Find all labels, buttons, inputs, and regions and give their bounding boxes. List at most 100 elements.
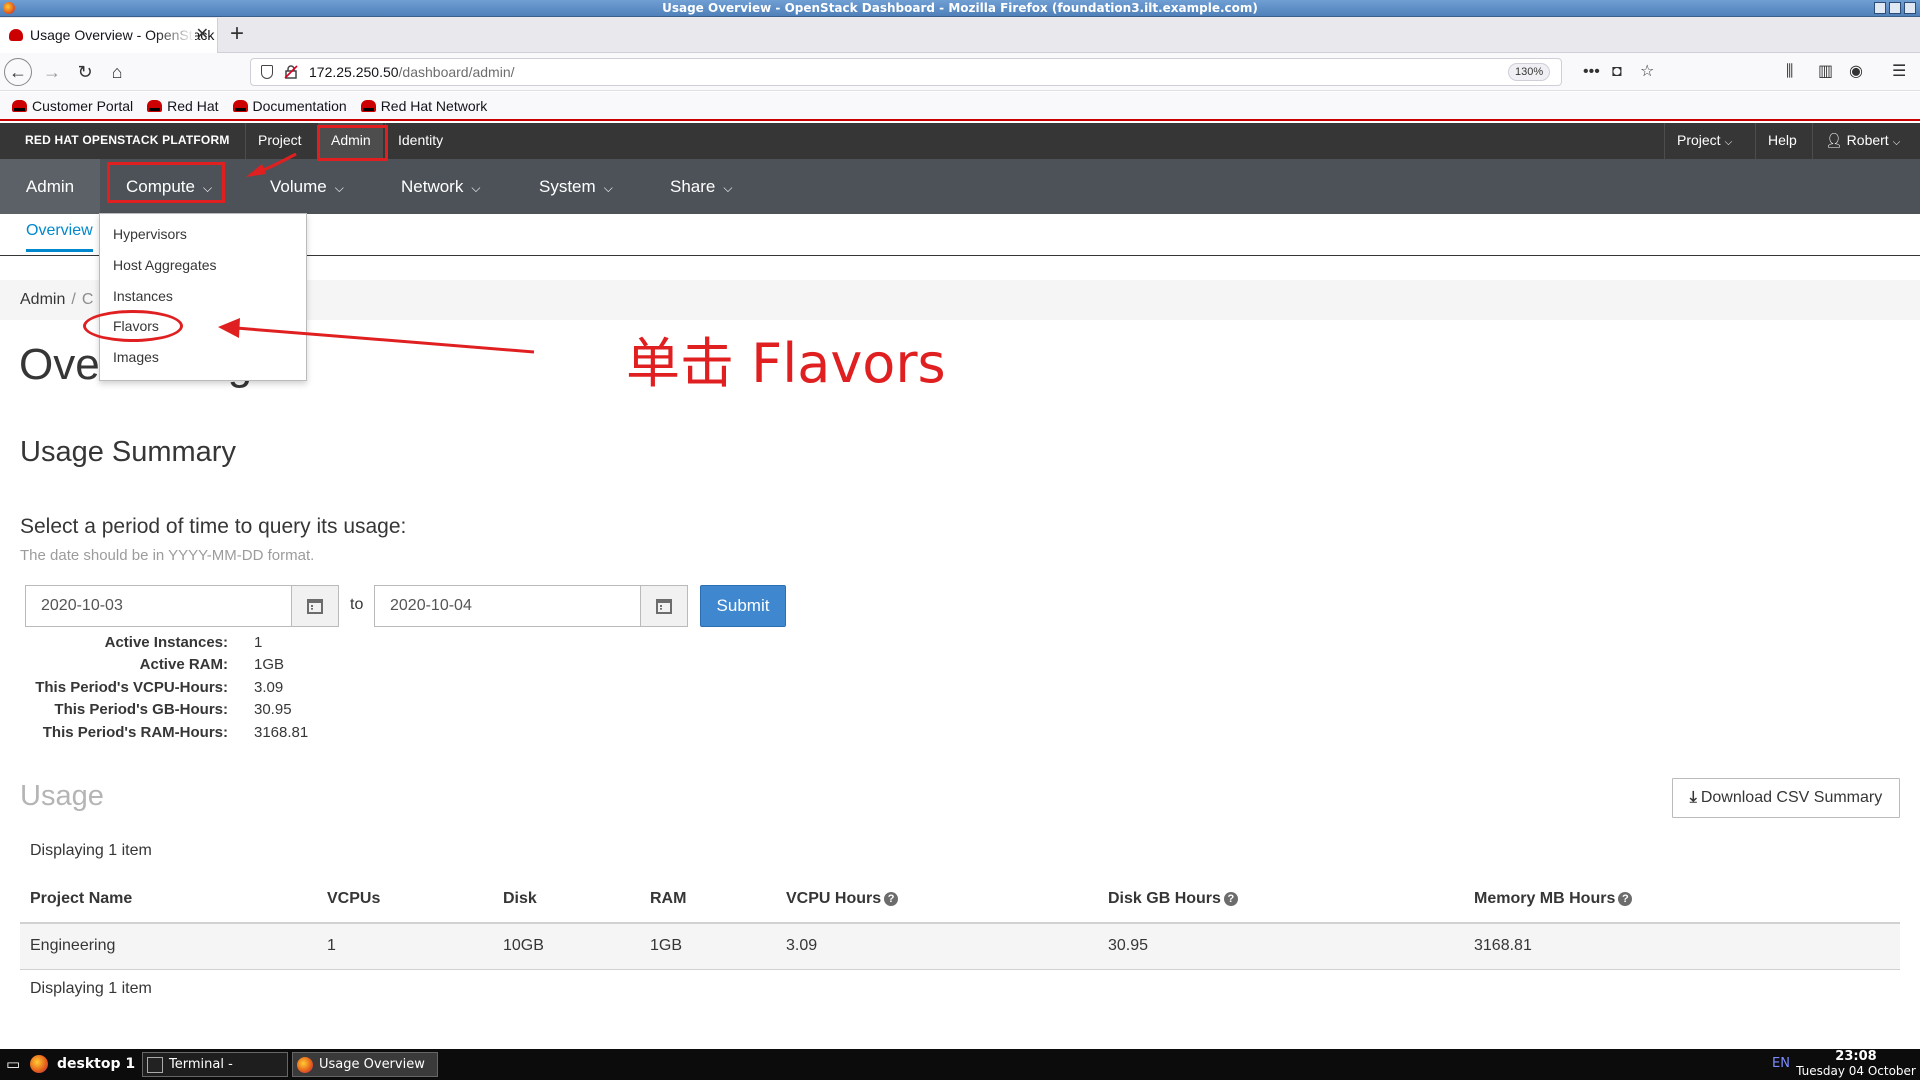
cell-disk: 10GB xyxy=(493,923,640,970)
show-desktop-icon[interactable]: ▭ xyxy=(6,1052,20,1077)
task-firefox[interactable]: Usage Overview -... xyxy=(292,1052,438,1077)
cell-memory-mb-hours: 3168.81 xyxy=(1464,923,1900,970)
cell-disk-gb-hours: 30.95 xyxy=(1098,923,1464,970)
taskbar: ▭ desktop 1 Terminal - kiosk@... Usage O… xyxy=(0,1049,1920,1080)
col-project-name[interactable]: Project Name xyxy=(20,876,317,924)
stat-active-instances: Active Instances: 1 xyxy=(104,633,263,651)
topnav-project[interactable]: Project xyxy=(245,123,314,159)
library-icon[interactable]: ⫼ xyxy=(1786,62,1793,82)
chevron-down-icon: ⌵ xyxy=(334,181,344,195)
col-vcpu-hours[interactable]: VCPU Hours? xyxy=(776,876,1098,924)
secnav-system[interactable]: System ⌵ xyxy=(539,159,613,214)
col-disk[interactable]: Disk xyxy=(493,876,640,924)
bookmark-star-icon[interactable]: ☆ xyxy=(1640,62,1654,82)
window-title: Usage Overview - OpenStack Dashboard - M… xyxy=(662,1,1258,15)
col-ram[interactable]: RAM xyxy=(640,876,776,924)
tab-strip: Usage Overview - OpenStack Dashboard ✕ xyxy=(0,17,1920,53)
menu-item-hypervisors[interactable]: Hypervisors xyxy=(113,226,187,242)
start-date-calendar-button[interactable] xyxy=(291,585,339,627)
back-button[interactable]: ← xyxy=(4,58,32,86)
bookmark-documentation[interactable]: Documentation xyxy=(232,92,347,119)
sidebar-icon[interactable]: ▥ xyxy=(1818,62,1833,82)
help-icon[interactable]: ? xyxy=(1223,892,1238,906)
end-date-calendar-button[interactable] xyxy=(640,585,688,627)
cell-vcpu-hours: 3.09 xyxy=(776,923,1098,970)
zoom-indicator[interactable]: 130% xyxy=(1508,63,1551,81)
secondary-nav: Admin Compute ⌵ Volume ⌵ Network ⌵ System ⌵ … xyxy=(0,159,1920,214)
firefox-launcher-icon[interactable] xyxy=(30,1055,48,1073)
forward-button[interactable]: → xyxy=(38,58,66,86)
pocket-icon[interactable]: ◘ xyxy=(1612,62,1622,82)
breadcrumb-current: C xyxy=(81,291,94,308)
url-bar[interactable]: 172.25.250.50/dashboard/admin/ xyxy=(250,58,1562,86)
start-date-group: 2020-10-03 xyxy=(25,585,339,627)
col-memory-mb-hours[interactable]: Memory MB Hours? xyxy=(1464,876,1900,924)
col-disk-gb-hours[interactable]: Disk GB Hours? xyxy=(1098,876,1464,924)
brand-logo[interactable]: RED HAT OPENSTACK PLATFORM xyxy=(25,123,230,159)
bookmark-red-hat-network[interactable]: Red Hat Network xyxy=(360,92,487,119)
page-actions-icon[interactable]: ••• xyxy=(1583,62,1600,82)
cell-project-name: Engineering xyxy=(20,923,317,970)
keyboard-layout-indicator[interactable]: EN xyxy=(1772,1056,1790,1071)
col-vcpus[interactable]: VCPUs xyxy=(317,876,493,924)
secnav-volume[interactable]: Volume ⌵ xyxy=(270,159,344,214)
compute-dropdown-menu: Hypervisors Host Aggregates Instances Fl… xyxy=(99,213,307,381)
help-icon[interactable]: ? xyxy=(1618,892,1633,906)
clock[interactable]: 23:08 Tuesday 04 October xyxy=(1796,1050,1916,1079)
query-help-text: The date should be in YYYY-MM-DD format. xyxy=(20,547,315,564)
close-tab-icon[interactable]: ✕ xyxy=(196,18,209,52)
firefox-icon xyxy=(3,2,15,14)
window-controls xyxy=(1874,2,1916,14)
tab-overview[interactable]: Overview xyxy=(26,222,93,252)
start-date-input[interactable]: 2020-10-03 xyxy=(25,585,291,627)
task-terminal[interactable]: Terminal - kiosk@... xyxy=(142,1052,288,1077)
bookmark-red-hat[interactable]: Red Hat xyxy=(147,92,219,119)
user-icon: 👤︎ xyxy=(1825,132,1847,148)
chevron-down-icon: ⌵ xyxy=(723,181,733,195)
browser-tab[interactable]: Usage Overview - OpenStack Dashboard ✕ xyxy=(0,18,218,53)
menu-item-images[interactable]: Images xyxy=(113,349,159,365)
query-label: Select a period of time to query its usa… xyxy=(20,515,407,538)
topnav-identity[interactable]: Identity xyxy=(385,123,455,159)
breadcrumb-admin[interactable]: Admin xyxy=(20,291,65,308)
usage-table: Project Name VCPUs Disk RAM VCPU Hours? … xyxy=(20,876,1900,970)
insecure-lock-icon[interactable] xyxy=(284,65,298,79)
navigation-bar: ← → ↻ ⌂ 172.25.250.50/dashboard/admin/ 1… xyxy=(0,53,1920,91)
calendar-icon xyxy=(656,598,672,614)
project-switcher[interactable]: Project ⌵ xyxy=(1664,123,1744,159)
help-icon[interactable]: ? xyxy=(884,892,899,906)
secnav-share[interactable]: Share ⌵ xyxy=(670,159,732,214)
stat-ram-hours: This Period's RAM-Hours: 3168.81 xyxy=(42,723,309,741)
stat-gb-hours: This Period's GB-Hours: 30.95 xyxy=(54,701,292,719)
help-menu[interactable]: Help xyxy=(1755,123,1809,159)
chevron-down-icon: ⌵ xyxy=(1724,137,1733,148)
window-title-bar: Usage Overview - OpenStack Dashboard - M… xyxy=(0,0,1920,17)
annotation-instruction-text: 单击 Flavors xyxy=(626,332,946,395)
openstack-masthead: RED HAT OPENSTACK PLATFORM Project Admin… xyxy=(0,123,1920,159)
menu-item-instances[interactable]: Instances xyxy=(113,288,173,304)
end-date-input[interactable]: 2020-10-04 xyxy=(374,585,640,627)
chevron-down-icon: ⌵ xyxy=(471,181,481,195)
menu-item-host-aggregates[interactable]: Host Aggregates xyxy=(113,257,217,273)
redhat-icon xyxy=(232,99,248,112)
download-csv-button[interactable]: ⤓ Download CSV Summary xyxy=(1672,778,1900,818)
bookmark-customer-portal[interactable]: Customer Portal xyxy=(12,92,133,119)
usage-summary-heading: Usage Summary xyxy=(20,436,236,468)
new-tab-button[interactable]: + xyxy=(230,17,244,51)
minimize-button[interactable] xyxy=(1874,2,1886,14)
menu-icon[interactable]: ☰ xyxy=(1892,62,1906,82)
displaying-count-bottom: Displaying 1 item xyxy=(30,980,152,997)
chevron-down-icon: ⌵ xyxy=(603,181,613,195)
close-window-button[interactable] xyxy=(1904,2,1916,14)
user-menu[interactable]: 👤︎ Robert ⌵ xyxy=(1812,123,1912,159)
download-icon: ⤓ xyxy=(1689,789,1697,806)
terminal-icon xyxy=(147,1057,163,1073)
account-icon[interactable]: ◉ xyxy=(1849,62,1863,82)
home-button[interactable]: ⌂ xyxy=(103,58,131,86)
reload-button[interactable]: ↻ xyxy=(71,58,99,86)
maximize-button[interactable] xyxy=(1889,2,1901,14)
submit-button[interactable]: Submit xyxy=(700,585,786,627)
tracking-shield-icon[interactable] xyxy=(261,65,273,79)
secnav-network[interactable]: Network ⌵ xyxy=(401,159,480,214)
desktop-switcher[interactable]: desktop 1 xyxy=(57,1052,135,1077)
